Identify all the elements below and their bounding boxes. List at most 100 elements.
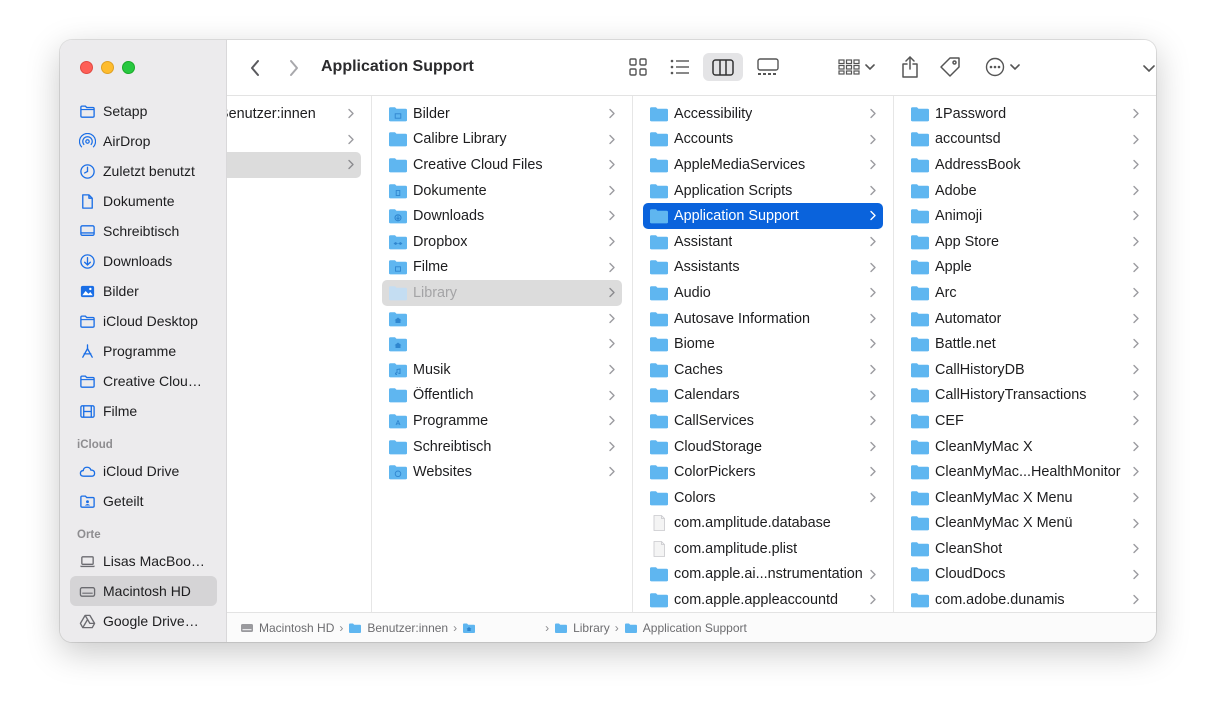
column-item[interactable]: com.adobe.dunamis (904, 587, 1146, 612)
sidebar-item[interactable]: Bilder (70, 276, 217, 306)
column-item[interactable]: com.amplitude.database (643, 511, 883, 537)
sidebar-item[interactable]: Schreibtisch (70, 216, 217, 246)
column-item[interactable]: AppleMediaServices (643, 152, 883, 178)
sidebar-item[interactable]: Dokumente (70, 186, 217, 216)
column-item[interactable]: Calendars (643, 383, 883, 409)
laptop-icon (78, 552, 96, 570)
column-item[interactable]: CloudStorage (643, 434, 883, 460)
sidebar-item[interactable]: AirDrop (70, 126, 217, 156)
column-item[interactable]: com.apple.ai...nstrumentation (643, 562, 883, 588)
column-item[interactable]: Calibre Library (382, 127, 622, 153)
forward-button[interactable] (282, 55, 306, 81)
column-item[interactable]: Websites (382, 459, 622, 485)
column-item[interactable] (227, 152, 361, 178)
column-item[interactable]: Programme (382, 408, 622, 434)
path-crumb-users[interactable]: Benutzer:innen (348, 621, 448, 635)
sidebar-item[interactable]: Filme (70, 396, 217, 426)
column-item[interactable]: accountsd (904, 127, 1146, 153)
column-item[interactable]: CEF (904, 408, 1146, 434)
sidebar-item[interactable]: Setapp (70, 96, 217, 126)
column-item[interactable]: Benutzer:innen (227, 101, 361, 127)
column-item[interactable] (382, 331, 622, 357)
column-item[interactable]: ColorPickers (643, 459, 883, 485)
sidebar-item[interactable]: Google Drive… (70, 606, 217, 636)
sidebar-item[interactable]: Macintosh HD (70, 576, 217, 606)
column-item[interactable]: Application Scripts (643, 178, 883, 204)
column-item[interactable]: Colors (643, 485, 883, 511)
column-item[interactable]: Biome (643, 331, 883, 357)
column-item[interactable]: CallServices (643, 408, 883, 434)
close-window-button[interactable] (80, 61, 93, 74)
column-item[interactable]: com.apple.appleaccountd (643, 587, 883, 612)
icon-view-button[interactable] (623, 54, 653, 80)
share-button[interactable] (895, 52, 925, 82)
column-item[interactable]: Accounts (643, 127, 883, 153)
column-item[interactable]: Caches (643, 357, 883, 383)
column-item[interactable]: CleanMyMac X Menu (904, 485, 1146, 511)
sidebar-item[interactable]: Zuletzt benutzt (70, 156, 217, 186)
sidebar-item[interactable]: Lisas MacBoo… (70, 546, 217, 576)
more-actions-button[interactable] (979, 54, 1025, 80)
column-item[interactable]: Schreibtisch (382, 434, 622, 460)
sidebar-item[interactable]: Creative Clou… (70, 366, 217, 396)
gallery-view-button[interactable] (751, 54, 785, 80)
zoom-window-button[interactable] (122, 61, 135, 74)
sidebar-item[interactable]: Programme (70, 336, 217, 366)
minimize-window-button[interactable] (101, 61, 114, 74)
column-item[interactable]: Öffentlich (382, 383, 622, 409)
back-button[interactable] (243, 55, 267, 81)
column-item[interactable]: Application Support (643, 203, 883, 229)
column-item[interactable]: Audio (643, 280, 883, 306)
column-item[interactable]: CleanMyMac...HealthMonitor (904, 459, 1146, 485)
column-item[interactable]: Downloads (382, 203, 622, 229)
column-item[interactable]: CleanShot (904, 536, 1146, 562)
column-item[interactable]: CallHistoryDB (904, 357, 1146, 383)
path-crumb-library[interactable]: Library (554, 621, 610, 635)
column-item[interactable]: Automator (904, 306, 1146, 332)
list-view-button[interactable] (665, 54, 695, 80)
path-crumb-user-home[interactable] (462, 622, 540, 634)
column-item[interactable]: Assistants (643, 255, 883, 281)
column-view-button[interactable] (703, 53, 743, 81)
folder-icon (910, 106, 935, 122)
column-item[interactable]: Dokumente (382, 178, 622, 204)
column-item[interactable]: Library (382, 280, 622, 306)
sidebar-item[interactable]: iCloud Desktop (70, 306, 217, 336)
column-item[interactable]: Adobe (904, 178, 1146, 204)
toolbar-overflow-button[interactable] (1137, 56, 1156, 80)
column-item[interactable]: Musik (382, 357, 622, 383)
tags-button[interactable] (935, 53, 965, 81)
column-item-label: com.adobe.dunamis (935, 592, 1065, 609)
column-item-label: Downloads (413, 208, 485, 225)
chevron-right-icon (1133, 134, 1139, 144)
column-item[interactable]: CallHistoryTransactions (904, 383, 1146, 409)
column-item[interactable] (382, 306, 622, 332)
column-item[interactable] (227, 127, 361, 153)
path-crumb-macintosh-hd[interactable]: Macintosh HD (240, 621, 334, 635)
column-item[interactable]: Battle.net (904, 331, 1146, 357)
column-item[interactable]: Creative Cloud Files (382, 152, 622, 178)
column-item[interactable]: Accessibility (643, 101, 883, 127)
column-item[interactable]: App Store (904, 229, 1146, 255)
column-item[interactable]: CloudDocs (904, 562, 1146, 588)
column-item[interactable]: Filme (382, 255, 622, 281)
path-crumb-application-support[interactable]: Application Support (624, 621, 747, 635)
column-item[interactable]: Assistant (643, 229, 883, 255)
column-item[interactable]: Apple (904, 255, 1146, 281)
column-item[interactable]: CleanMyMac X Menü (904, 511, 1146, 537)
column-item-label: com.amplitude.plist (674, 540, 798, 557)
sidebar-item[interactable]: Geteilt (70, 486, 217, 516)
column-item[interactable]: Dropbox (382, 229, 622, 255)
sidebar-item[interactable]: Downloads (70, 246, 217, 276)
column-item[interactable]: CleanMyMac X (904, 434, 1146, 460)
group-by-button[interactable] (833, 54, 879, 80)
sidebar-item[interactable]: iCloud Drive (70, 456, 217, 486)
column-item-label: Musik (413, 361, 451, 378)
column-item[interactable]: AddressBook (904, 152, 1146, 178)
column-item[interactable]: com.amplitude.plist (643, 536, 883, 562)
column-item[interactable]: Arc (904, 280, 1146, 306)
column-item[interactable]: Autosave Information (643, 306, 883, 332)
column-item[interactable]: Animoji (904, 203, 1146, 229)
column-item[interactable]: 1Password (904, 101, 1146, 127)
column-item[interactable]: Bilder (382, 101, 622, 127)
